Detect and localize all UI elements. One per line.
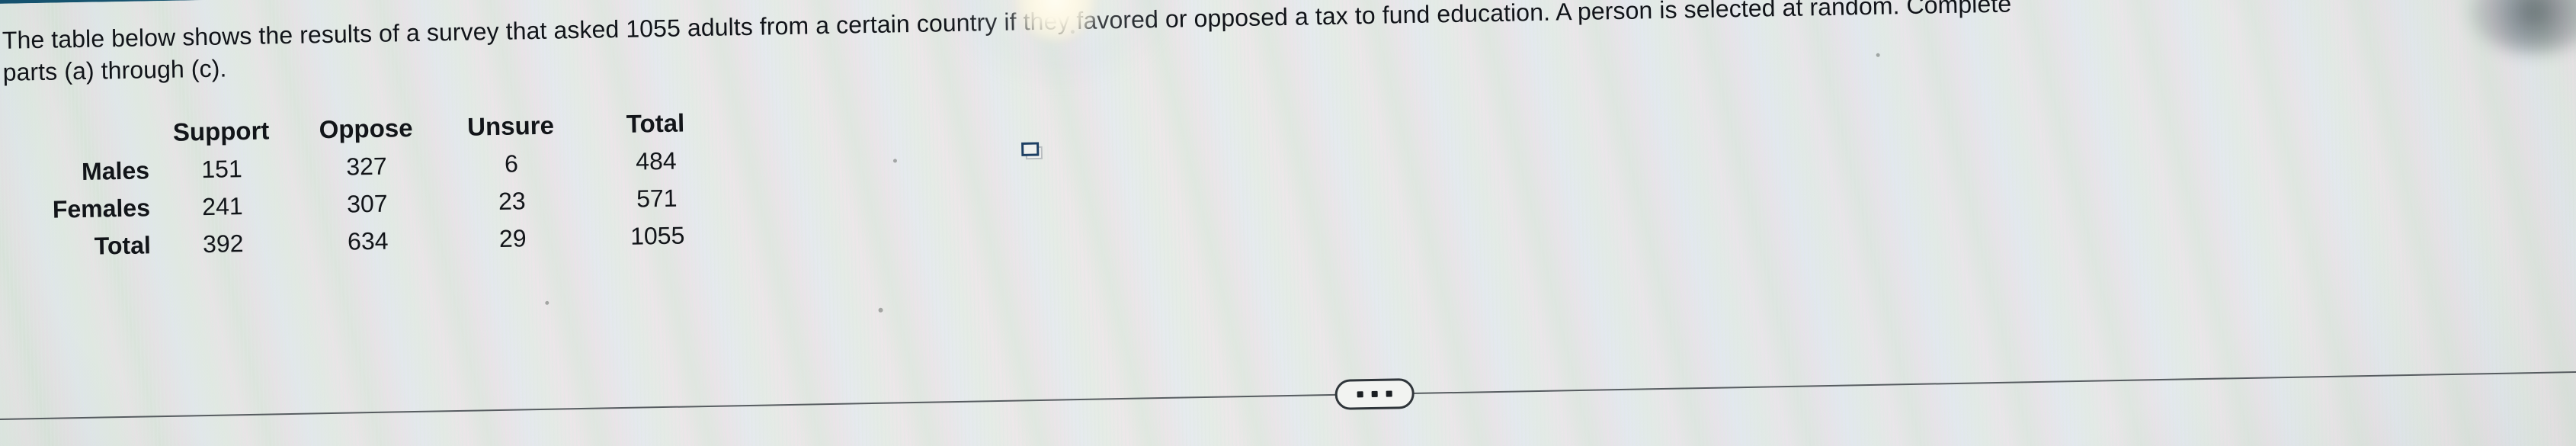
cell-males-support: 151 [200, 155, 243, 184]
dust-speck [545, 300, 549, 305]
ellipsis-dot [1357, 391, 1363, 398]
cell-females-unsure: 23 [498, 187, 526, 215]
column-header-oppose: Oppose [319, 114, 413, 144]
exercise-content-sheet: The table below shows the results of a s… [0, 0, 2576, 446]
cell-total-oppose: 634 [347, 226, 389, 255]
cell-females-support: 241 [201, 192, 243, 221]
row-header-females: Females [52, 194, 151, 223]
row-header-males: Males [81, 156, 150, 185]
column-header-support: Support [172, 116, 270, 146]
problem-statement: The table below shows the results of a s… [2, 0, 2012, 86]
horizontal-divider [0, 370, 2576, 421]
row-header-total: Total [94, 231, 152, 260]
survey-table-container: Support Oppose Unsure Total Males 151 32… [4, 103, 730, 266]
table-corner-header [4, 114, 149, 154]
cell-males-oppose: 327 [345, 152, 387, 181]
cell-total-unsure: 29 [498, 224, 527, 252]
cell-males-unsure: 6 [504, 149, 519, 178]
more-options-button[interactable] [1334, 377, 1415, 410]
cell-males-total: 484 [635, 146, 677, 175]
screen-photograph: Points: 0 of 1 The table below shows the… [0, 0, 2576, 446]
dust-speck [892, 159, 898, 163]
cell-females-oppose: 307 [346, 189, 388, 218]
column-header-unsure: Unsure [466, 111, 555, 141]
cell-total-grand: 1055 [630, 221, 685, 250]
survey-contingency-table: Support Oppose Unsure Total Males 151 32… [4, 103, 730, 266]
exercise-body: The table below shows the results of a s… [0, 0, 2576, 421]
footer-divider-row [0, 355, 2576, 435]
dust-speck [878, 307, 883, 313]
cell-females-total: 571 [636, 184, 678, 213]
column-header-total: Total [626, 108, 685, 138]
ellipsis-dot [1386, 390, 1392, 397]
ellipsis-dot [1371, 390, 1378, 398]
copy-duplicate-icon[interactable] [1021, 142, 1048, 165]
cell-total-support: 392 [202, 229, 244, 258]
